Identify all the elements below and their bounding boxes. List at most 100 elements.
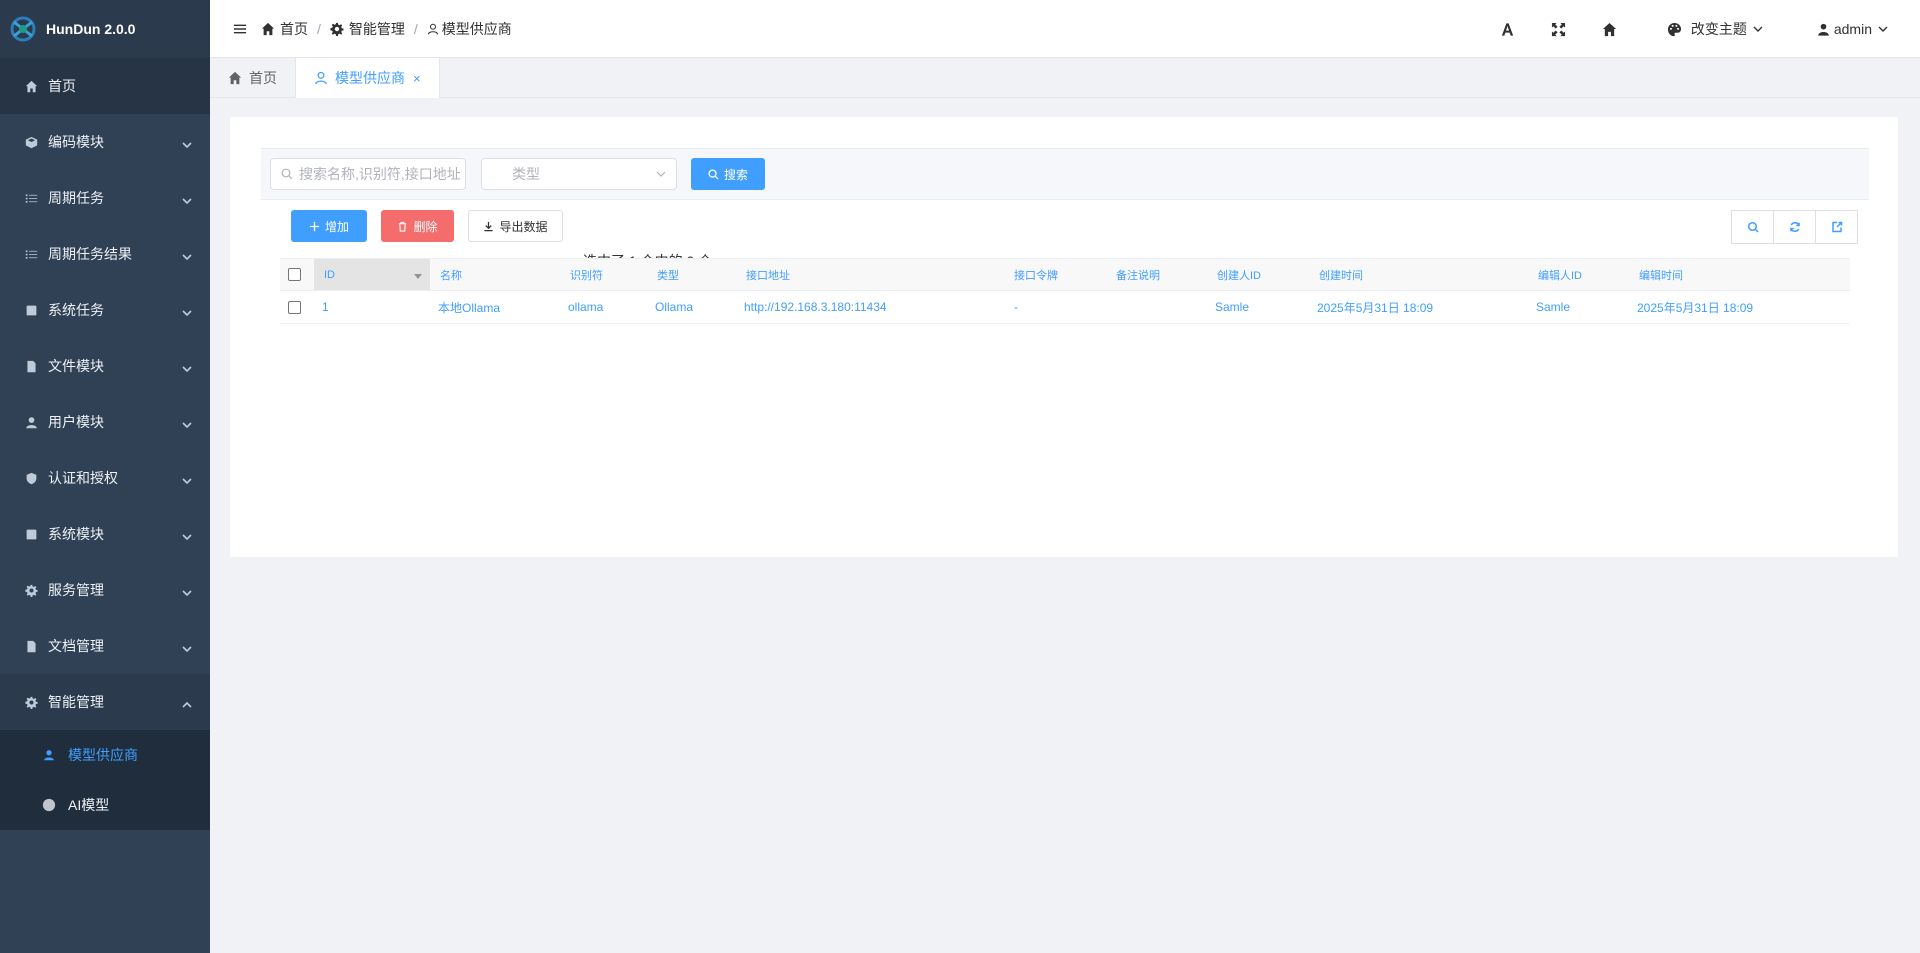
sidebar-subitem-model-provider[interactable]: 模型供应商 [0, 730, 210, 780]
row-select-cell [288, 291, 301, 323]
sidebar-item-periodic-task[interactable]: 周期任务 [0, 170, 210, 226]
type-select[interactable]: 类型 [481, 158, 677, 190]
table-tools [1731, 210, 1858, 244]
column-header-creator-id[interactable]: 创建人ID [1217, 259, 1261, 290]
column-header-created-at[interactable]: 创建时间 [1319, 259, 1363, 290]
sidebar-item-periodic-task-results[interactable]: 周期任务结果 [0, 226, 210, 282]
home-icon [261, 22, 275, 35]
search-button[interactable]: 搜索 [691, 158, 765, 190]
chevron-down-icon [1753, 26, 1763, 32]
shield-icon [22, 469, 40, 487]
row-checkbox[interactable] [288, 300, 301, 314]
column-header-type[interactable]: 类型 [657, 259, 679, 290]
theme-switch-label: 改变主题 [1690, 21, 1747, 37]
hamburger-menu-icon[interactable] [231, 20, 249, 38]
search-input[interactable]: 搜索名称,识别符,接口地址 [270, 158, 466, 190]
sidebar-item-label: 系统任务 [48, 302, 104, 318]
sidebar-item-auth[interactable]: 认证和授权 [0, 450, 210, 506]
breadcrumb-item-model-provider: 模型供应商 [427, 19, 512, 39]
header-actions: 改变主题 admin [1498, 0, 1920, 58]
column-header-identifier[interactable]: 识别符 [570, 259, 603, 290]
chevron-down-icon [182, 585, 192, 597]
user-icon [1818, 23, 1829, 36]
sidebar-item-coding[interactable]: 编码模块 [0, 114, 210, 170]
select-all-checkbox[interactable] [288, 268, 301, 281]
gear-icon [330, 22, 344, 36]
cell-created-at: 2025年5月31日 18:09 [1317, 300, 1434, 315]
breadcrumb-separator: / [413, 20, 418, 37]
tag-label: 模型供应商 [335, 70, 405, 86]
search-icon [708, 168, 719, 180]
cell-endpoint: http://192.168.3.180:11434 [744, 300, 887, 314]
cell-creator-id: Samle [1215, 300, 1250, 314]
chevron-down-icon [182, 641, 192, 653]
search-button-label: 搜索 [723, 167, 748, 182]
font-size-icon[interactable] [1498, 22, 1518, 37]
user-menu[interactable]: admin [1817, 21, 1888, 37]
close-icon[interactable]: × [413, 71, 421, 86]
submenu-ai-management: 模型供应商 AI模型 [0, 730, 210, 830]
table-row[interactable]: 1 本地Ollama ollama Ollama http://192.168.… [280, 291, 1850, 324]
add-button[interactable]: 增加 [291, 210, 367, 242]
delete-button-label: 删除 [413, 219, 438, 234]
type-placeholder: 类型 [512, 166, 540, 182]
delete-button[interactable]: 删除 [381, 210, 454, 242]
plus-icon [309, 221, 320, 231]
column-header-id[interactable]: ID [324, 259, 335, 290]
chevron-down-icon [182, 137, 192, 149]
chevron-down-icon [182, 529, 192, 541]
file-icon [22, 637, 40, 655]
sidebar-item-user-module[interactable]: 用户模块 [0, 394, 210, 450]
sidebar-item-system-task[interactable]: 系统任务 [0, 282, 210, 338]
sidebar-item-file-module[interactable]: 文件模块 [0, 338, 210, 394]
sidebar-item-home[interactable]: 首页 [0, 58, 210, 114]
home-shortcut-icon[interactable] [1600, 22, 1620, 37]
column-header-token[interactable]: 接口令牌 [1014, 259, 1058, 290]
sidebar-item-label: 周期任务 [48, 190, 104, 206]
theme-switch-button[interactable]: 改变主题 [1667, 19, 1763, 39]
breadcrumb: 首页 / 智能管理 / 模型供应商 [261, 19, 512, 39]
search-toggle-icon[interactable] [1731, 210, 1774, 244]
cell-identifier: ollama [568, 300, 604, 314]
user-icon [22, 413, 40, 431]
user-outline-icon [427, 23, 438, 34]
sidebar-subitem-label: AI模型 [68, 797, 110, 813]
fullscreen-icon[interactable] [1549, 22, 1569, 37]
sidebar: HunDun 2.0.0 首页 编码模块 周期任务 周期任务结果 系统任务 文件… [0, 0, 210, 953]
sidebar-item-service-management[interactable]: 服务管理 [0, 562, 210, 618]
sidebar-item-system-module[interactable]: 系统模块 [0, 506, 210, 562]
sidebar-item-label: 系统模块 [48, 526, 104, 542]
sidebar-subitem-label: 模型供应商 [68, 747, 138, 763]
cell-name: 本地Ollama [438, 300, 501, 315]
refresh-icon[interactable] [1773, 210, 1816, 244]
column-header-remark[interactable]: 备注说明 [1116, 259, 1160, 290]
sidebar-item-label: 首页 [48, 78, 76, 94]
search-placeholder: 搜索名称,识别符,接口地址 [299, 166, 461, 182]
column-header-endpoint[interactable]: 接口地址 [746, 259, 790, 290]
column-header-name[interactable]: 名称 [440, 259, 462, 290]
sidebar-item-label: 智能管理 [48, 694, 104, 710]
breadcrumb-item-home[interactable]: 首页 [261, 19, 308, 39]
sidebar-item-doc-management[interactable]: 文档管理 [0, 618, 210, 674]
cell-editor-id: Samle [1536, 300, 1571, 314]
tag-label: 首页 [249, 70, 277, 86]
column-header-edited-at[interactable]: 编辑时间 [1639, 259, 1683, 290]
tag-home[interactable]: 首页 [210, 58, 296, 98]
export-columns-icon[interactable] [1815, 210, 1858, 244]
sidebar-item-ai-management[interactable]: 智能管理 [0, 674, 210, 730]
home-icon [22, 77, 40, 95]
trash-icon [399, 221, 407, 232]
sort-caret-icon[interactable] [414, 274, 422, 279]
cell-id: 1 [322, 300, 329, 314]
sidebar-item-label: 编码模块 [48, 134, 104, 150]
data-table: ID 名称 识别符 类型 接口地址 接口令牌 备注说明 创建人ID 创建时间 编… [280, 258, 1850, 324]
tag-model-provider[interactable]: 模型供应商 × [296, 58, 440, 98]
chevron-down-icon [182, 193, 192, 205]
breadcrumb-item-ai-management[interactable]: 智能管理 [330, 19, 405, 39]
export-button[interactable]: 导出数据 [468, 210, 563, 242]
circle-icon [42, 798, 56, 812]
sidebar-subitem-ai-model[interactable]: AI模型 [0, 780, 210, 830]
square-icon [22, 525, 40, 543]
column-header-editor-id[interactable]: 编辑人ID [1538, 259, 1582, 290]
app-logo[interactable]: HunDun 2.0.0 [0, 0, 210, 58]
